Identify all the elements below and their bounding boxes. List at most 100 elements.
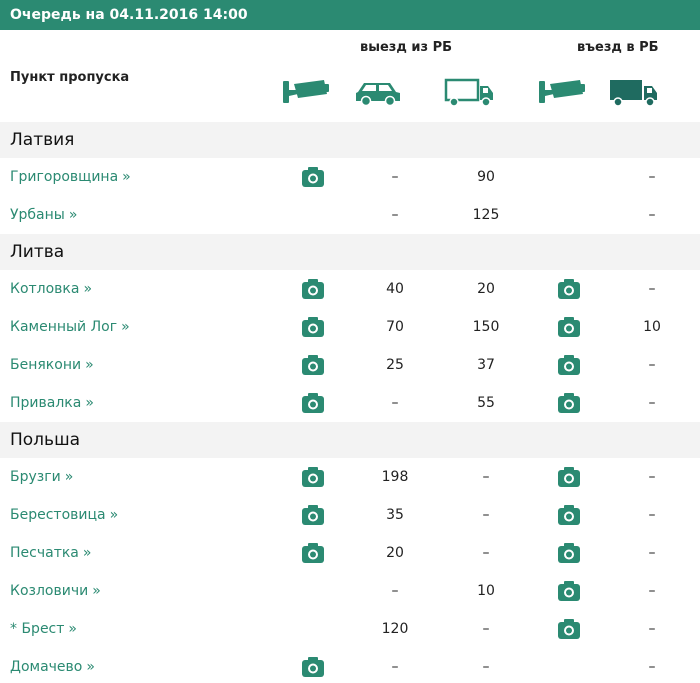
cctv-camera-icon xyxy=(280,78,332,108)
entry-camera-icon[interactable] xyxy=(558,581,580,601)
point-name: Берестовица xyxy=(10,507,106,523)
exit-truck-count: 150 xyxy=(472,319,500,335)
exit-truck-count: 90 xyxy=(477,169,495,185)
exit-truck-count: 10 xyxy=(477,583,495,599)
country-section: Литва xyxy=(0,234,700,270)
table-row: Григоровщина» – 90 – xyxy=(0,158,700,196)
exit-car-count: – xyxy=(391,207,399,223)
chevron-right-icon: » xyxy=(82,545,92,561)
point-column-header: Пункт пропуска xyxy=(10,70,130,85)
exit-car-count: – xyxy=(391,583,399,599)
point-link[interactable]: Котловка» xyxy=(10,270,92,308)
point-link[interactable]: Урбаны» xyxy=(10,196,77,234)
exit-truck-count: 125 xyxy=(472,207,500,223)
point-link[interactable]: Домачево» xyxy=(10,648,95,683)
exit-car-count: 70 xyxy=(386,319,404,335)
entry-camera-icon[interactable] xyxy=(558,279,580,299)
exit-camera-icon[interactable] xyxy=(302,393,324,413)
point-link[interactable]: Брузги» xyxy=(10,458,73,496)
point-name: Брузги xyxy=(10,469,61,485)
exit-camera-icon[interactable] xyxy=(302,279,324,299)
point-link[interactable]: Привалка» xyxy=(10,384,94,422)
exit-truck-count: – xyxy=(482,545,490,561)
entry-truck-count: – xyxy=(648,395,656,411)
point-link[interactable]: Песчатка» xyxy=(10,534,91,572)
point-name: Урбаны xyxy=(10,207,65,223)
entry-camera-icon[interactable] xyxy=(558,543,580,563)
point-link[interactable]: Григоровщина» xyxy=(10,158,131,196)
entry-truck-count: – xyxy=(648,207,656,223)
table-row: Котловка» 40 20 – xyxy=(0,270,700,308)
table-row: Домачево» – – – xyxy=(0,648,700,683)
entry-truck-count: – xyxy=(648,169,656,185)
exit-camera-icon[interactable] xyxy=(302,317,324,337)
chevron-right-icon: » xyxy=(86,659,95,675)
exit-car-count: 198 xyxy=(381,469,409,485)
chevron-right-icon: » xyxy=(85,395,94,411)
exit-camera-icon[interactable] xyxy=(302,167,324,187)
chevron-right-icon: » xyxy=(121,319,130,335)
entry-truck-count: – xyxy=(648,659,656,675)
table-header: выезд из РБ въезд в РБ Пункт пропуска xyxy=(0,30,700,122)
point-link[interactable]: * Брест» xyxy=(10,610,77,648)
exit-car-count: – xyxy=(391,659,399,675)
entry-truck-count: – xyxy=(648,621,656,637)
point-name: Песчатка xyxy=(10,545,79,561)
table-row: Берестовица» 35 – – xyxy=(0,496,700,534)
exit-car-count: – xyxy=(391,395,399,411)
country-section: Польша xyxy=(0,422,700,458)
exit-camera-icon[interactable] xyxy=(302,543,324,563)
entry-truck-count: – xyxy=(648,281,656,297)
exit-car-count: 120 xyxy=(381,621,409,637)
truck-icon xyxy=(444,78,496,108)
exit-car-count: 35 xyxy=(386,507,404,523)
exit-camera-icon[interactable] xyxy=(302,467,324,487)
point-name: Козловичи xyxy=(10,583,89,599)
entry-column-header: въезд в РБ xyxy=(577,40,659,55)
exit-truck-count: – xyxy=(482,507,490,523)
table-row: Песчатка» 20 – – xyxy=(0,534,700,572)
chevron-right-icon: » xyxy=(68,621,77,637)
exit-truck-count: 20 xyxy=(477,281,495,297)
chevron-right-icon: » xyxy=(92,583,101,599)
entry-truck-count: 10 xyxy=(643,319,661,335)
exit-car-count: – xyxy=(391,169,399,185)
entry-camera-icon[interactable] xyxy=(558,619,580,639)
entry-truck-count: – xyxy=(648,545,656,561)
table-row: Каменный Лог» 70 150 10 xyxy=(0,308,700,346)
point-name: * Брест xyxy=(10,621,65,637)
point-name: Каменный Лог xyxy=(10,319,118,335)
entry-camera-icon[interactable] xyxy=(558,505,580,525)
exit-car-count: 20 xyxy=(386,545,404,561)
chevron-right-icon: » xyxy=(64,469,74,485)
exit-truck-count: – xyxy=(482,621,490,637)
point-link[interactable]: Берестовица» xyxy=(10,496,118,534)
entry-camera-icon[interactable] xyxy=(558,393,580,413)
table-row: Урбаны» – 125 – xyxy=(0,196,700,234)
entry-truck-count: – xyxy=(648,357,656,373)
point-name: Привалка xyxy=(10,395,82,411)
point-name: Домачево xyxy=(10,659,83,675)
entry-camera-icon[interactable] xyxy=(558,355,580,375)
table-row: Козловичи» – 10 – xyxy=(0,572,700,610)
exit-camera-icon[interactable] xyxy=(302,505,324,525)
truck-solid-icon xyxy=(608,78,660,108)
point-link[interactable]: Козловичи» xyxy=(10,572,101,610)
chevron-right-icon: » xyxy=(68,207,78,223)
point-name: Григоровщина xyxy=(10,169,119,185)
entry-truck-count: – xyxy=(648,583,656,599)
chevron-right-icon: » xyxy=(109,507,119,523)
point-link[interactable]: Бенякони» xyxy=(10,346,94,384)
car-icon xyxy=(352,78,404,108)
exit-camera-icon[interactable] xyxy=(302,657,324,677)
point-name: Котловка xyxy=(10,281,80,297)
entry-camera-icon[interactable] xyxy=(558,467,580,487)
exit-camera-icon[interactable] xyxy=(302,355,324,375)
entry-camera-icon[interactable] xyxy=(558,317,580,337)
country-section: Латвия xyxy=(0,122,700,158)
point-link[interactable]: Каменный Лог» xyxy=(10,308,130,346)
chevron-right-icon: » xyxy=(122,169,131,185)
exit-truck-count: 37 xyxy=(477,357,495,373)
exit-truck-count: 55 xyxy=(477,395,495,411)
chevron-right-icon: » xyxy=(83,281,93,297)
